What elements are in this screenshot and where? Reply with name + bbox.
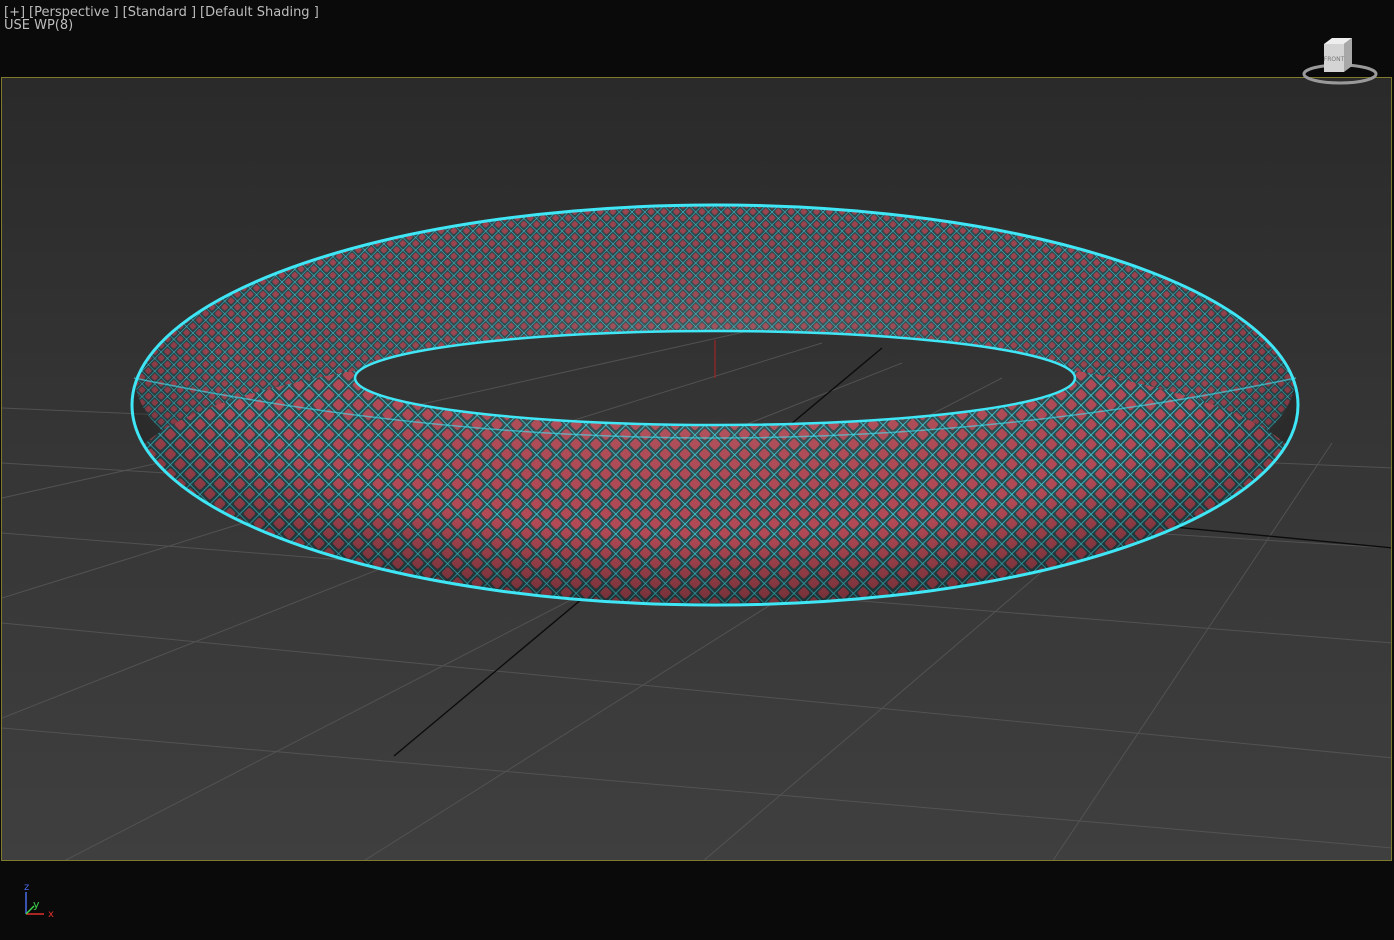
torus-mesh[interactable] <box>130 203 1300 607</box>
workplane-status: USE WP(8) <box>4 18 74 33</box>
axis-y-label: y <box>33 898 40 911</box>
axis-tripod-icon: z y x <box>24 882 54 920</box>
viewcube-front-label: FRONT <box>1324 56 1345 63</box>
perspective-viewport[interactable] <box>1 77 1392 861</box>
viewport-style-menu[interactable]: [Standard ] <box>123 5 196 20</box>
viewport-scene <box>2 203 1391 860</box>
viewport-shading-menu[interactable]: [Default Shading ] <box>200 5 319 20</box>
axis-z-label: z <box>24 882 29 893</box>
axis-x-label: x <box>48 909 54 920</box>
viewcube-icon[interactable]: FRONT <box>1300 34 1380 90</box>
